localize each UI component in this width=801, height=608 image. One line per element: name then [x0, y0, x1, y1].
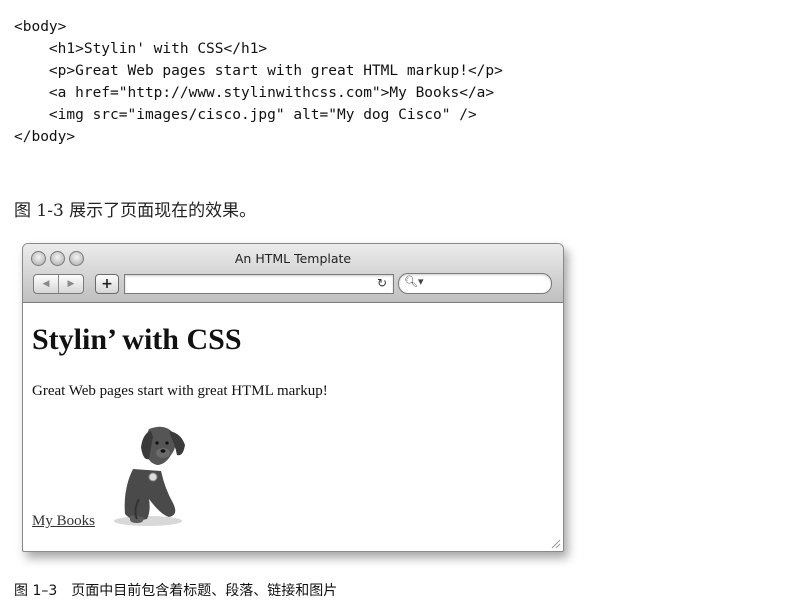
back-arrow-icon: ◀ — [42, 279, 50, 289]
page-viewport: Stylin’ with CSS Great Web pages start w… — [23, 303, 563, 551]
page-paragraph: Great Web pages start with great HTML ma… — [32, 383, 328, 399]
browser-window: An HTML Template ◀ ▶ + ↻ 🔍︎▾ Stylin’ wit… — [22, 243, 564, 552]
address-bar[interactable]: ↻ — [124, 274, 394, 294]
code-line: <p>Great Web pages start with great HTML… — [14, 63, 503, 79]
code-block: <body> <h1>Stylin' with CSS</h1> <p>Grea… — [14, 16, 503, 148]
page-heading: Stylin’ with CSS — [32, 323, 242, 356]
code-line: <a href="http://www.stylinwithcss.com">M… — [14, 85, 495, 101]
code-line: <h1>Stylin' with CSS</h1> — [14, 41, 268, 57]
forward-arrow-icon: ▶ — [67, 279, 75, 289]
forward-button[interactable]: ▶ — [58, 275, 83, 293]
figure-caption-text: 页面中目前包含着标题、段落、链接和图片 — [71, 583, 338, 599]
nav-buttons: ◀ ▶ — [33, 274, 84, 294]
figure-number: 图 1–3 — [14, 583, 58, 599]
window-title: An HTML Template — [234, 251, 352, 266]
add-bookmark-button[interactable]: + — [95, 274, 119, 294]
search-field[interactable]: 🔍︎▾ — [398, 273, 552, 294]
back-button[interactable]: ◀ — [34, 275, 58, 293]
code-line: </body> — [14, 129, 76, 145]
dog-photo — [114, 426, 185, 526]
code-line: <img src="images/cisco.jpg" alt="My dog … — [14, 107, 477, 123]
code-line: <body> — [14, 19, 67, 35]
browser-toolbar: An HTML Template ◀ ▶ + ↻ 🔍︎▾ — [23, 244, 563, 303]
resize-grip-icon[interactable] — [549, 537, 561, 549]
body-paragraph: 图 1-3 展示了页面现在的效果。 — [14, 201, 257, 221]
reload-icon[interactable]: ↻ — [377, 276, 387, 290]
magnifier-icon: 🔍︎▾ — [404, 275, 424, 288]
figure-caption: 图 1–3 页面中目前包含着标题、段落、链接和图片 — [14, 580, 337, 600]
my-books-link[interactable]: My Books — [32, 513, 95, 530]
